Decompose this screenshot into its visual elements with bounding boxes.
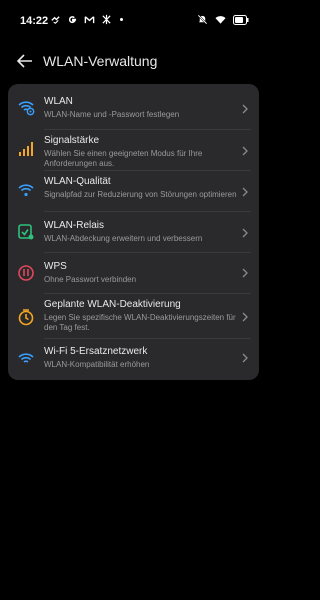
status-system-icons [197,14,249,25]
item-texts: WLAN-Qualität Signalpfad zur Reduzierung… [44,176,237,200]
item-texts: Wi-Fi 5-Ersatznetzwerk WLAN-Kompatibilit… [44,346,237,370]
mail-icon [84,16,95,24]
item-texts: Geplante WLAN-Deaktivierung Legen Sie sp… [44,299,237,333]
wifi-settings-icon [18,101,35,116]
wifi-icon [215,16,226,24]
relay-icon [18,224,34,240]
settings-card: WLAN WLAN-Name und -Passwort festlegen S… [8,84,259,380]
item-title: WLAN-Relais [44,220,105,231]
divider [44,252,251,253]
item-title: Signalstärke [44,135,100,146]
page-title: WLAN-Verwaltung [43,53,158,69]
timer-icon [18,309,34,326]
list-item-wlan-relay[interactable]: WLAN-Relais WLAN-Abdeckung erweitern und… [8,214,259,250]
list-item-wlan-quality[interactable]: WLAN-Qualität Signalpfad zur Reduzierung… [8,173,259,209]
google-icon [68,16,77,23]
wps-icon [18,265,34,281]
more-notifications-dot [120,18,123,21]
list-item-scheduled-wlan-off[interactable]: Geplante WLAN-Deaktivierung Legen Sie sp… [8,296,259,336]
divider [44,293,251,294]
wifi5-icon [18,353,34,363]
list-item-signal-strength[interactable]: Signalstärke Wählen Sie einen geeigneten… [8,132,259,168]
chevron-right-icon [242,228,248,238]
list-item-wps[interactable]: WPS Ohne Passwort verbinden [8,255,259,291]
battery-icon [233,14,249,25]
divider [44,338,251,339]
item-title: WPS [44,261,67,272]
chevron-right-icon [242,187,248,197]
status-time: 14:22 [20,15,49,27]
status-notification-icons [50,14,123,25]
item-title: WLAN [44,96,73,107]
item-title: WLAN-Qualität [44,176,111,187]
list-item-wlan[interactable]: WLAN WLAN-Name und -Passwort festlegen [8,92,259,126]
wifi-quality-icon [18,184,34,197]
item-subtitle: WLAN-Name und -Passwort festlegen [44,110,180,119]
chevron-right-icon [242,268,248,278]
chevron-right-icon [242,353,248,363]
signal-activity-icon [51,16,60,24]
divider [44,129,251,130]
item-subtitle: Ohne Passwort verbinden [44,275,137,284]
item-texts: WPS Ohne Passwort verbinden [44,261,237,285]
item-texts: WLAN WLAN-Name und -Passwort festlegen [44,96,237,120]
signal-bars-icon [19,142,33,156]
back-arrow-icon[interactable] [16,53,34,69]
chevron-right-icon [242,146,248,156]
item-texts: Signalstärke Wählen Sie einen geeigneten… [44,135,237,169]
item-title: Geplante WLAN-Deaktivierung [44,299,181,310]
app-notification-icon [102,14,111,25]
divider [44,211,251,212]
list-item-wifi5-fallback[interactable]: Wi-Fi 5-Ersatznetzwerk WLAN-Kompatibilit… [8,341,259,375]
item-subtitle: Signalpfad zur Reduzierung von Störungen… [44,190,237,199]
divider [44,170,251,171]
item-subtitle: Wählen Sie einen geeigneten Modus für Ih… [44,149,203,168]
item-subtitle: WLAN-Kompatibilität erhöhen [44,360,150,369]
chevron-right-icon [242,104,248,114]
mute-icon [197,14,208,25]
item-subtitle: WLAN-Abdeckung erweitern und verbessern [44,234,203,243]
app-bar: WLAN-Verwaltung [0,46,267,76]
item-subtitle: Legen Sie spezifische WLAN-Deaktivierung… [44,313,236,332]
item-texts: WLAN-Relais WLAN-Abdeckung erweitern und… [44,220,237,244]
chevron-right-icon [242,312,248,322]
status-bar: 14:22 [0,0,267,40]
item-title: Wi-Fi 5-Ersatznetzwerk [44,346,148,357]
